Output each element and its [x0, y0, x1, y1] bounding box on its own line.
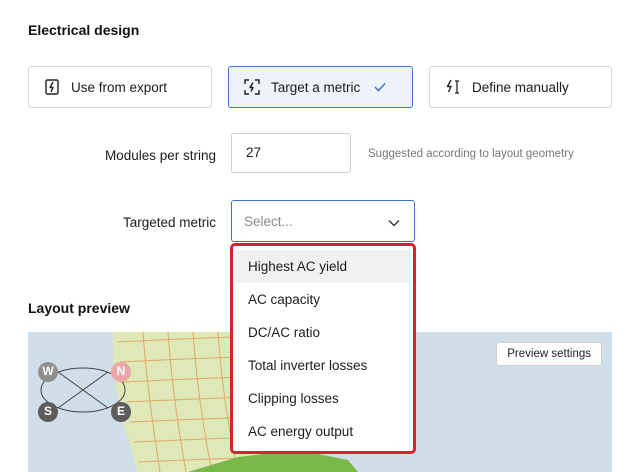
targeted-metric-dropdown: Highest AC yield AC capacity DC/AC ratio… — [230, 243, 416, 454]
option-ac-capacity[interactable]: AC capacity — [236, 283, 410, 316]
option-highest-ac-yield[interactable]: Highest AC yield — [236, 250, 410, 283]
modules-per-string-hint: Suggested according to layout geometry — [368, 148, 574, 160]
use-from-export-label: Use from export — [71, 79, 168, 95]
compass-north: N — [116, 364, 126, 378]
define-manually-icon — [444, 78, 462, 96]
compass-east: E — [116, 404, 125, 418]
layout-preview-title: Layout preview — [28, 300, 130, 316]
targeted-metric-placeholder: Select... — [244, 213, 293, 229]
targeted-metric-select[interactable]: Select... — [231, 200, 415, 242]
target-a-metric-label: Target a metric — [271, 79, 361, 95]
preview-settings-button[interactable]: Preview settings — [496, 342, 602, 366]
option-dc-ac-ratio[interactable]: DC/AC ratio — [236, 316, 410, 349]
chevron-down-icon — [388, 215, 400, 230]
option-total-inverter-losses[interactable]: Total inverter losses — [236, 349, 410, 382]
target-a-metric-button[interactable]: Target a metric — [228, 66, 413, 108]
target-metric-icon — [243, 78, 261, 96]
define-manually-label: Define manually — [472, 79, 569, 95]
use-from-export-button[interactable]: Use from export — [28, 66, 212, 108]
modules-per-string-input[interactable]: 27 — [231, 133, 351, 173]
electrical-design-title: Electrical design — [28, 22, 140, 38]
option-ac-energy-output[interactable]: AC energy output — [236, 415, 410, 448]
modules-per-string-label: Modules per string — [104, 148, 216, 163]
export-file-icon — [43, 78, 61, 96]
compass-west: W — [42, 364, 54, 378]
compass-south: S — [43, 404, 52, 418]
define-manually-button[interactable]: Define manually — [429, 66, 612, 108]
option-clipping-losses[interactable]: Clipping losses — [236, 382, 410, 415]
targeted-metric-label: Targeted metric — [122, 215, 216, 230]
check-icon — [374, 82, 386, 92]
